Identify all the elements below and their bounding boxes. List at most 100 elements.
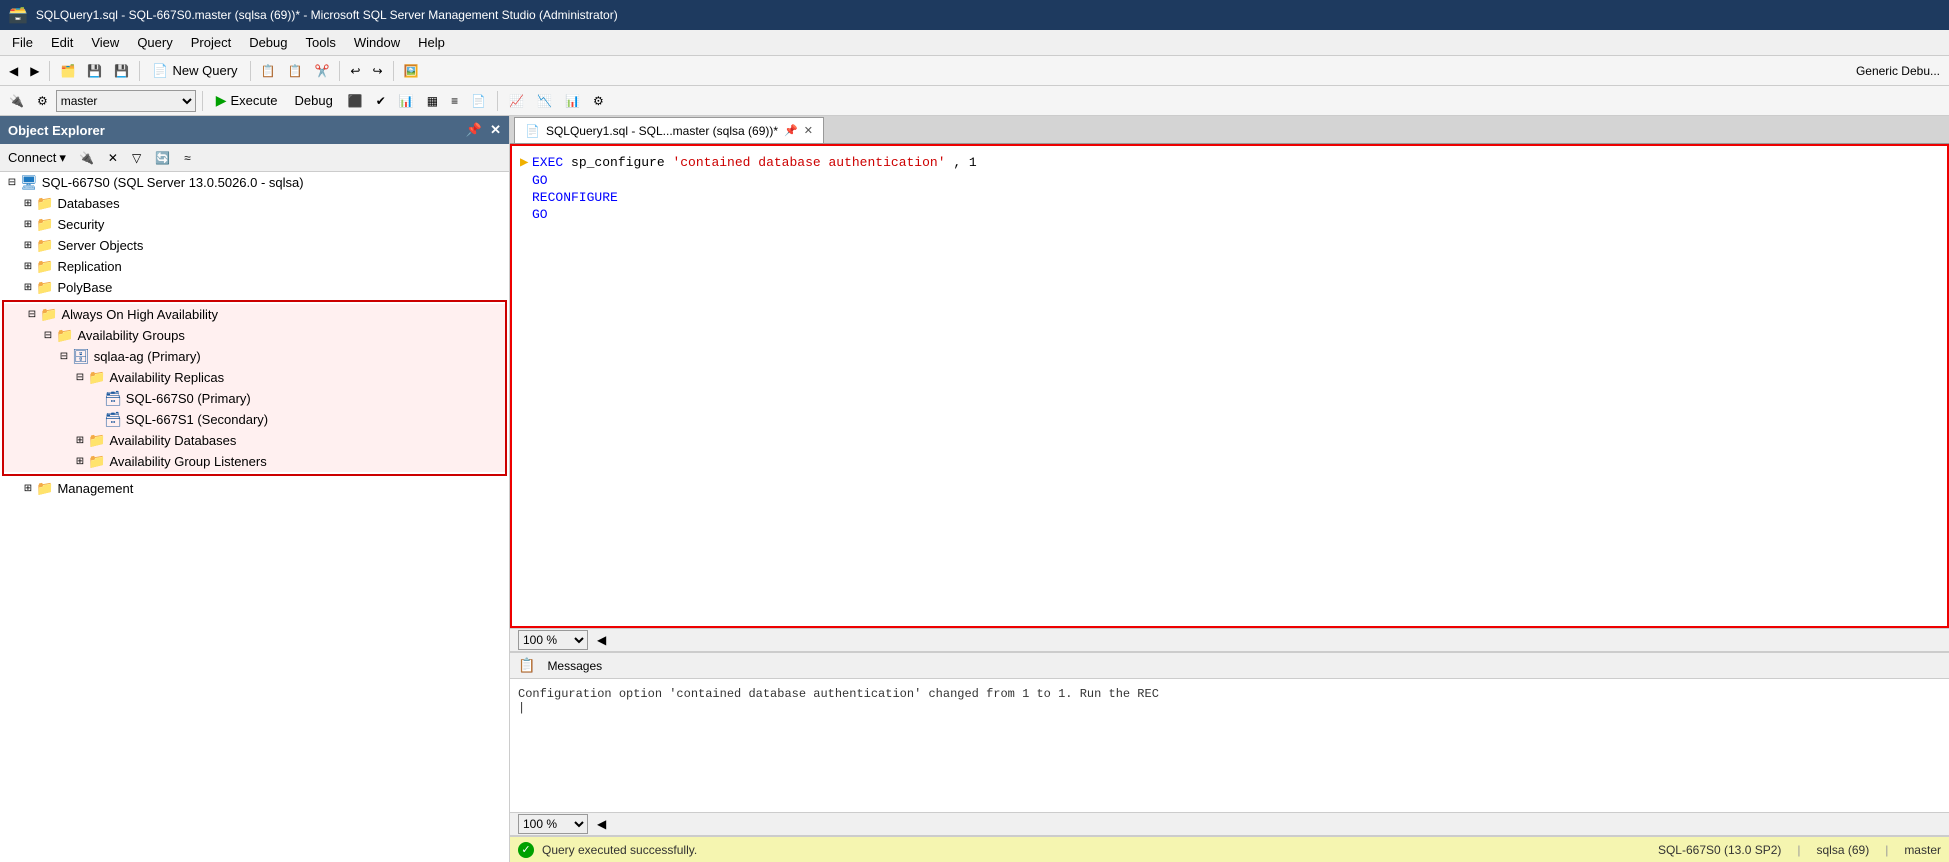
view-btn[interactable]: 🖼️: [399, 61, 424, 81]
tree-avail-replicas[interactable]: ⊟ 📁 Availability Replicas: [4, 367, 505, 388]
tree-server-objects[interactable]: ⊞ 📁 Server Objects: [0, 235, 509, 256]
debug-btn[interactable]: Debug: [287, 90, 339, 111]
menu-view[interactable]: View: [83, 33, 127, 52]
new-query-btn[interactable]: 📄 New Query: [145, 60, 244, 82]
tree-replication[interactable]: ⊞ 📁 Replication: [0, 256, 509, 277]
zoom-selector-2[interactable]: 100 %: [518, 814, 588, 834]
stop-btn[interactable]: ⬛: [343, 91, 368, 111]
security-expander[interactable]: ⊞: [20, 219, 36, 230]
execute-btn[interactable]: ▶ Execute: [209, 89, 285, 112]
cursor-line: |: [518, 701, 1941, 715]
avail-replicas-expander[interactable]: ⊟: [72, 372, 88, 383]
undo-btn[interactable]: ↩: [345, 61, 365, 81]
oe-refresh-btn[interactable]: 🔄: [150, 149, 175, 167]
oe-sync-btn[interactable]: ≈: [179, 149, 196, 167]
sep2: [139, 61, 140, 81]
tree-sqlaa-ag[interactable]: ⊟ 🗄 sqlaa-ag (Primary): [4, 346, 505, 367]
save-btn[interactable]: 💾: [82, 61, 107, 81]
tree-management[interactable]: ⊞ 📁 Management: [0, 478, 509, 499]
menu-tools[interactable]: Tools: [298, 33, 344, 52]
tree-avail-listeners[interactable]: ⊞ 📁 Availability Group Listeners: [4, 451, 505, 472]
avail-databases-expander[interactable]: ⊞: [72, 435, 88, 446]
avail-listeners-label: Availability Group Listeners: [109, 454, 266, 469]
title-text: SQLQuery1.sql - SQL-667S0.master (sqlsa …: [36, 8, 618, 22]
tree-avail-groups[interactable]: ⊟ 📁 Availability Groups: [4, 325, 505, 346]
execute-label: Execute: [231, 93, 278, 108]
file-btn[interactable]: 📄: [466, 91, 491, 111]
tab-close-btn[interactable]: ✕: [804, 124, 813, 137]
server-objects-folder-icon: 📁: [36, 237, 53, 254]
messages-tab[interactable]: Messages: [541, 657, 608, 675]
tree-polybase[interactable]: ⊞ 📁 PolyBase: [0, 277, 509, 298]
sqlaa-ag-expander[interactable]: ⊟: [56, 351, 72, 362]
sql667s0-icon: 🗃: [104, 390, 122, 407]
management-expander[interactable]: ⊞: [20, 483, 36, 494]
grid-btn[interactable]: ▦: [422, 91, 443, 111]
redo-btn[interactable]: ↪: [367, 61, 387, 81]
showplan3-btn[interactable]: 📊: [560, 91, 585, 111]
toolbar-2: 🔌 ⚙ master ▶ Execute Debug ⬛ ✔ 📊 ▦ ≡ 📄 📈…: [0, 86, 1949, 116]
query-tab[interactable]: 📄 SQLQuery1.sql - SQL...master (sqlsa (6…: [514, 117, 824, 143]
oe-header-icons: 📌 ✕: [466, 122, 501, 138]
generic-debug-btn[interactable]: Generic Debu...: [1851, 61, 1945, 81]
scroll-left-btn[interactable]: ◀: [592, 630, 611, 650]
copy-btn[interactable]: 📋: [256, 61, 281, 81]
menu-window[interactable]: Window: [346, 33, 408, 52]
save-all-btn[interactable]: 💾: [109, 61, 134, 81]
tree-avail-databases[interactable]: ⊞ 📁 Availability Databases: [4, 430, 505, 451]
tree-security[interactable]: ⊞ 📁 Security: [0, 214, 509, 235]
tree-databases[interactable]: ⊞ 📁 Databases: [0, 193, 509, 214]
menu-debug[interactable]: Debug: [241, 33, 295, 52]
open-file-btn[interactable]: 🗂️: [55, 61, 80, 81]
debug-label: Debug: [294, 93, 332, 108]
options-btn[interactable]: ⚙: [588, 91, 609, 111]
connect-btn[interactable]: Connect ▾: [4, 148, 70, 168]
menu-query[interactable]: Query: [129, 33, 180, 52]
oe-stop-btn[interactable]: ✕: [103, 149, 123, 167]
status-database: master: [1904, 843, 1941, 857]
menu-file[interactable]: File: [4, 33, 41, 52]
cut-btn[interactable]: ✂️: [309, 61, 334, 81]
scroll-left-btn-2[interactable]: ◀: [592, 814, 611, 834]
results-btn[interactable]: 📊: [394, 91, 419, 111]
tree-sql667s0[interactable]: 🗃 SQL-667S0 (Primary): [4, 388, 505, 409]
messages-icon: 📋: [518, 657, 535, 674]
menu-help[interactable]: Help: [410, 33, 453, 52]
toolbar2-btn2[interactable]: ⚙: [32, 91, 53, 111]
query-editor[interactable]: ▶ EXEC sp_configure 'contained database …: [510, 144, 1949, 628]
server-label: SQL-667S0 (SQL Server 13.0.5026.0 - sqls…: [42, 175, 304, 190]
showplan-btn[interactable]: 📈: [504, 91, 529, 111]
paste-btn[interactable]: 📋: [283, 61, 308, 81]
tree-view[interactable]: ⊟ 🖥 SQL-667S0 (SQL Server 13.0.5026.0 - …: [0, 172, 509, 862]
databases-expander[interactable]: ⊞: [20, 198, 36, 209]
server-expander[interactable]: ⊟: [4, 177, 20, 188]
oe-disconnect-btn[interactable]: 🔌: [74, 149, 99, 167]
zoom-selector-1[interactable]: 100 %: [518, 630, 588, 650]
server-node[interactable]: ⊟ 🖥 SQL-667S0 (SQL Server 13.0.5026.0 - …: [0, 172, 509, 193]
connect-label: Connect: [8, 150, 56, 165]
status-success-icon: ✓: [518, 842, 534, 858]
menu-project[interactable]: Project: [183, 33, 239, 52]
check-btn[interactable]: ✔: [371, 91, 391, 111]
avail-groups-expander[interactable]: ⊟: [40, 330, 56, 341]
forward-btn[interactable]: ▶: [25, 61, 44, 81]
polybase-expander[interactable]: ⊞: [20, 282, 36, 293]
tab-pin-icon[interactable]: 📌: [784, 124, 798, 137]
tree-always-on[interactable]: ⊟ 📁 Always On High Availability: [4, 304, 505, 325]
replication-expander[interactable]: ⊞: [20, 261, 36, 272]
text-btn[interactable]: ≡: [446, 91, 463, 111]
pin-icon[interactable]: 📌: [466, 122, 482, 138]
toolbar2-btn1[interactable]: 🔌: [4, 91, 29, 111]
menu-edit[interactable]: Edit: [43, 33, 81, 52]
sep6: [202, 91, 203, 111]
back-btn[interactable]: ◀: [4, 61, 23, 81]
close-icon[interactable]: ✕: [490, 122, 501, 138]
always-on-expander[interactable]: ⊟: [24, 309, 40, 320]
avail-databases-folder-icon: 📁: [88, 432, 105, 449]
tree-sql667s1[interactable]: 🗃 SQL-667S1 (Secondary): [4, 409, 505, 430]
database-selector[interactable]: master: [56, 90, 196, 112]
oe-filter-btn[interactable]: ▽: [127, 149, 146, 167]
showplan2-btn[interactable]: 📉: [532, 91, 557, 111]
server-objects-expander[interactable]: ⊞: [20, 240, 36, 251]
avail-listeners-expander[interactable]: ⊞: [72, 456, 88, 467]
